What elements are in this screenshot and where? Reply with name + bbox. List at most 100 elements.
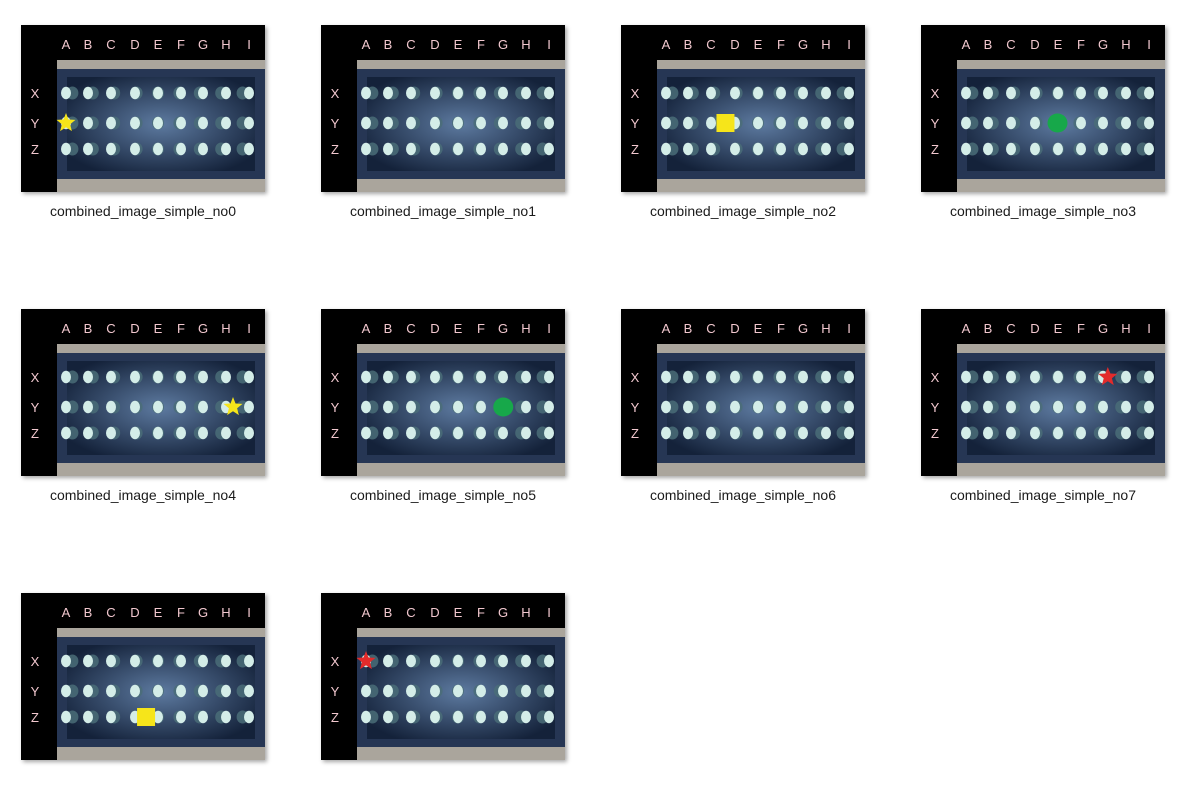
peg <box>383 684 393 698</box>
column-letter: C <box>406 321 415 336</box>
peg <box>1098 426 1108 440</box>
peg <box>106 400 116 414</box>
peg <box>661 142 671 156</box>
file-tile[interactable]: ABCDEFGH I XYZ <box>0 568 300 808</box>
peg <box>961 370 971 384</box>
file-name: combined_image_simple_no5 <box>349 487 536 503</box>
file-tile[interactable]: ABCDEFGH I XYZ combined_image_simple_no4 <box>0 284 300 524</box>
peg <box>221 116 231 130</box>
peg <box>430 684 440 698</box>
thumbnail-canvas: A B C D E F G H I XYZ <box>921 309 1165 476</box>
image-thumbnail[interactable]: ABCDEFGH I XYZ <box>621 25 865 192</box>
peg <box>106 370 116 384</box>
row-letter: Z <box>631 142 639 157</box>
peg <box>498 684 508 698</box>
peg <box>983 400 993 414</box>
peg <box>1076 400 1086 414</box>
peg <box>61 426 71 440</box>
file-tile[interactable]: ABCDEFGH I XYZ combined_image_simple_no5 <box>300 284 600 524</box>
peg <box>430 400 440 414</box>
peg <box>1144 116 1154 130</box>
peg <box>244 710 254 724</box>
peg <box>61 654 71 668</box>
peg <box>61 400 71 414</box>
row-letter: Z <box>631 426 639 441</box>
peg <box>1076 86 1086 100</box>
row-letter: X <box>31 654 40 669</box>
column-letter: G <box>498 321 508 336</box>
column-letter: D <box>430 321 439 336</box>
peg-grid <box>61 654 254 724</box>
peg <box>798 400 808 414</box>
peg <box>406 400 416 414</box>
column-letter: D <box>730 37 739 52</box>
row-letter: Y <box>331 116 340 131</box>
thumbnail-canvas: A B C D E F G H I XYZ <box>321 593 565 760</box>
peg <box>844 400 854 414</box>
column-letters: ABCDEFGH I <box>362 37 551 52</box>
peg <box>430 710 440 724</box>
file-tile[interactable]: ABCDEFGH I XYZ combined_image_simple_no1 <box>300 0 600 240</box>
peg <box>106 426 116 440</box>
row-letter: Y <box>631 116 640 131</box>
image-thumbnail[interactable]: ABCDEFGH I XYZ <box>321 309 565 476</box>
column-letter: H <box>1121 37 1130 52</box>
column-letter: C <box>106 37 115 52</box>
file-tile[interactable]: ABCDEFGH I XYZ combined_image_simple_no7 <box>900 284 1187 524</box>
peg <box>453 370 463 384</box>
file-name: combined_image_simple_no6 <box>649 487 836 503</box>
peg <box>221 426 231 440</box>
peg <box>221 142 231 156</box>
peg <box>476 654 486 668</box>
column-letter: H <box>521 321 530 336</box>
peg <box>821 86 831 100</box>
thumbnail-canvas: A B C D E F G H I XYZ <box>621 25 865 192</box>
column-letter: C <box>706 37 715 52</box>
column-letters: ABCDEFGH I <box>362 605 551 620</box>
column-letter: G <box>1098 37 1108 52</box>
column-letter: D <box>1030 37 1039 52</box>
column-letter: E <box>454 37 463 52</box>
peg <box>661 370 671 384</box>
column-letter: A <box>662 321 671 336</box>
file-tile[interactable]: ABCDEFGH I XYZ combined_image_simple_no3 <box>900 0 1187 240</box>
file-name: combined_image_simple_no7 <box>949 487 1136 503</box>
peg <box>683 116 693 130</box>
image-thumbnail[interactable]: ABCDEFGH I XYZ <box>21 309 265 476</box>
peg <box>798 116 808 130</box>
file-tile[interactable]: ABCDEFGH I XYZ combined_image_simple_no0 <box>0 0 300 240</box>
column-letter: F <box>477 321 485 336</box>
column-letter: A <box>362 37 371 52</box>
peg <box>1006 142 1016 156</box>
image-thumbnail[interactable]: ABCDEFGH I XYZ <box>321 25 565 192</box>
peg <box>221 684 231 698</box>
image-thumbnail[interactable]: ABCDEFGH I XYZ <box>321 593 565 760</box>
row-letter: X <box>631 86 640 101</box>
peg <box>1053 426 1063 440</box>
peg <box>83 142 93 156</box>
peg <box>544 86 554 100</box>
image-thumbnail[interactable]: ABCDEFGH I XYZ <box>921 309 1165 476</box>
image-thumbnail[interactable]: ABCDEFGH I XYZ <box>621 309 865 476</box>
column-letter: C <box>106 321 115 336</box>
row-letters: XYZ <box>31 86 40 157</box>
file-tile[interactable]: ABCDEFGH I XYZ <box>300 568 600 808</box>
column-letter: G <box>198 37 208 52</box>
image-thumbnail[interactable]: ABCDEFGH I XYZ <box>21 25 265 192</box>
row-letters: XYZ <box>931 370 940 441</box>
peg <box>983 370 993 384</box>
file-tile[interactable]: ABCDEFGH I XYZ combined_image_simple_no6 <box>600 284 900 524</box>
peg <box>753 142 763 156</box>
peg <box>453 86 463 100</box>
column-letter: G <box>498 37 508 52</box>
image-thumbnail[interactable]: ABCDEFGH I XYZ <box>21 593 265 760</box>
file-explorer-view: ABCDEFGHIXYZ combined_image_simple_no0 A… <box>0 0 1187 783</box>
file-tile[interactable]: ABCDEFGH I XYZ combined_image_simple_no2 <box>600 0 900 240</box>
column-letter: F <box>1077 321 1085 336</box>
peg <box>361 710 371 724</box>
peg <box>776 142 786 156</box>
column-letter: B <box>984 321 993 336</box>
image-thumbnail[interactable]: ABCDEFGH I XYZ <box>921 25 1165 192</box>
peg <box>83 426 93 440</box>
peg <box>476 142 486 156</box>
